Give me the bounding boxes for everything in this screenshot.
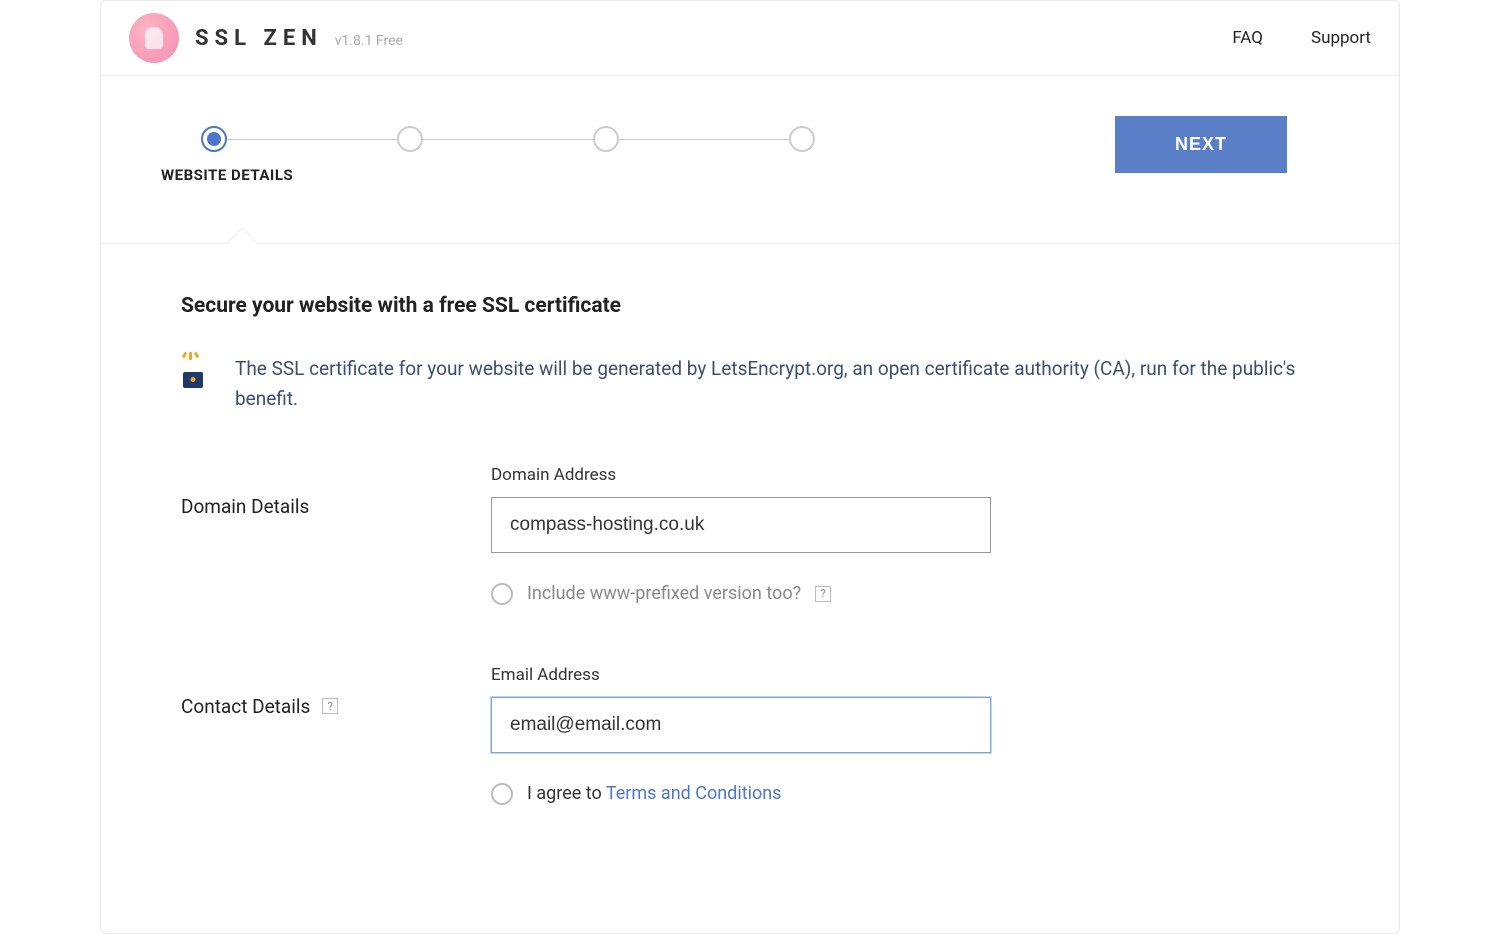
domain-details-row: Domain Details Domain Address Include ww… [181,465,1319,605]
step-4-circle [789,126,815,152]
contact-details-row: Contact Details ? Email Address I agree … [181,665,1319,805]
help-icon[interactable]: ? [815,586,831,602]
domain-address-input[interactable] [491,497,991,553]
terms-text: I agree to Terms and Conditions [527,783,781,804]
step-1-circle [201,126,227,152]
domain-details-label: Domain Details [181,495,309,518]
progress-section: WEBSITE DETAILS NEXT [101,76,1399,193]
faq-link[interactable]: FAQ [1232,28,1263,48]
header: SSL ZEN v1.8.1 Free FAQ Support [101,1,1399,76]
step-line [423,139,593,140]
terms-checkbox-row: I agree to Terms and Conditions [491,783,991,805]
contact-details-label: Contact Details [181,695,310,718]
terms-link[interactable]: Terms and Conditions [606,783,782,804]
www-checkbox[interactable] [491,583,513,605]
domain-address-label: Domain Address [491,465,991,485]
email-address-input[interactable] [491,697,991,753]
www-checkbox-row: Include www-prefixed version too? ? [491,583,991,605]
next-button[interactable]: NEXT [1115,116,1287,173]
step-1: WEBSITE DETAILS [201,126,227,152]
step-1-label: WEBSITE DETAILS [161,166,341,184]
info-text: The SSL certificate for your website wil… [235,354,1319,415]
brand-name: SSL ZEN [195,26,323,51]
header-nav: FAQ Support [1232,28,1371,48]
brand-wrap: SSL ZEN v1.8.1 Free [195,26,403,51]
panel-title: Secure your website with a free SSL cert… [181,294,1319,318]
email-address-label: Email Address [491,665,991,685]
logo-icon [129,13,179,63]
terms-checkbox[interactable] [491,783,513,805]
content-panel: Secure your website with a free SSL cert… [101,243,1399,915]
step-2 [397,126,423,152]
step-line [227,139,397,140]
step-3 [593,126,619,152]
lock-icon [181,358,205,388]
header-brand-area: SSL ZEN v1.8.1 Free [129,13,403,63]
info-row: The SSL certificate for your website wil… [181,354,1319,415]
stepper: WEBSITE DETAILS [201,126,1115,152]
help-icon[interactable]: ? [322,698,338,714]
step-4 [789,126,815,152]
step-3-circle [593,126,619,152]
www-checkbox-label: Include www-prefixed version too? [527,583,801,604]
agree-prefix: I agree to [527,783,606,804]
support-link[interactable]: Support [1311,28,1371,48]
version-label: v1.8.1 Free [335,33,403,49]
step-line [619,139,789,140]
step-2-circle [397,126,423,152]
